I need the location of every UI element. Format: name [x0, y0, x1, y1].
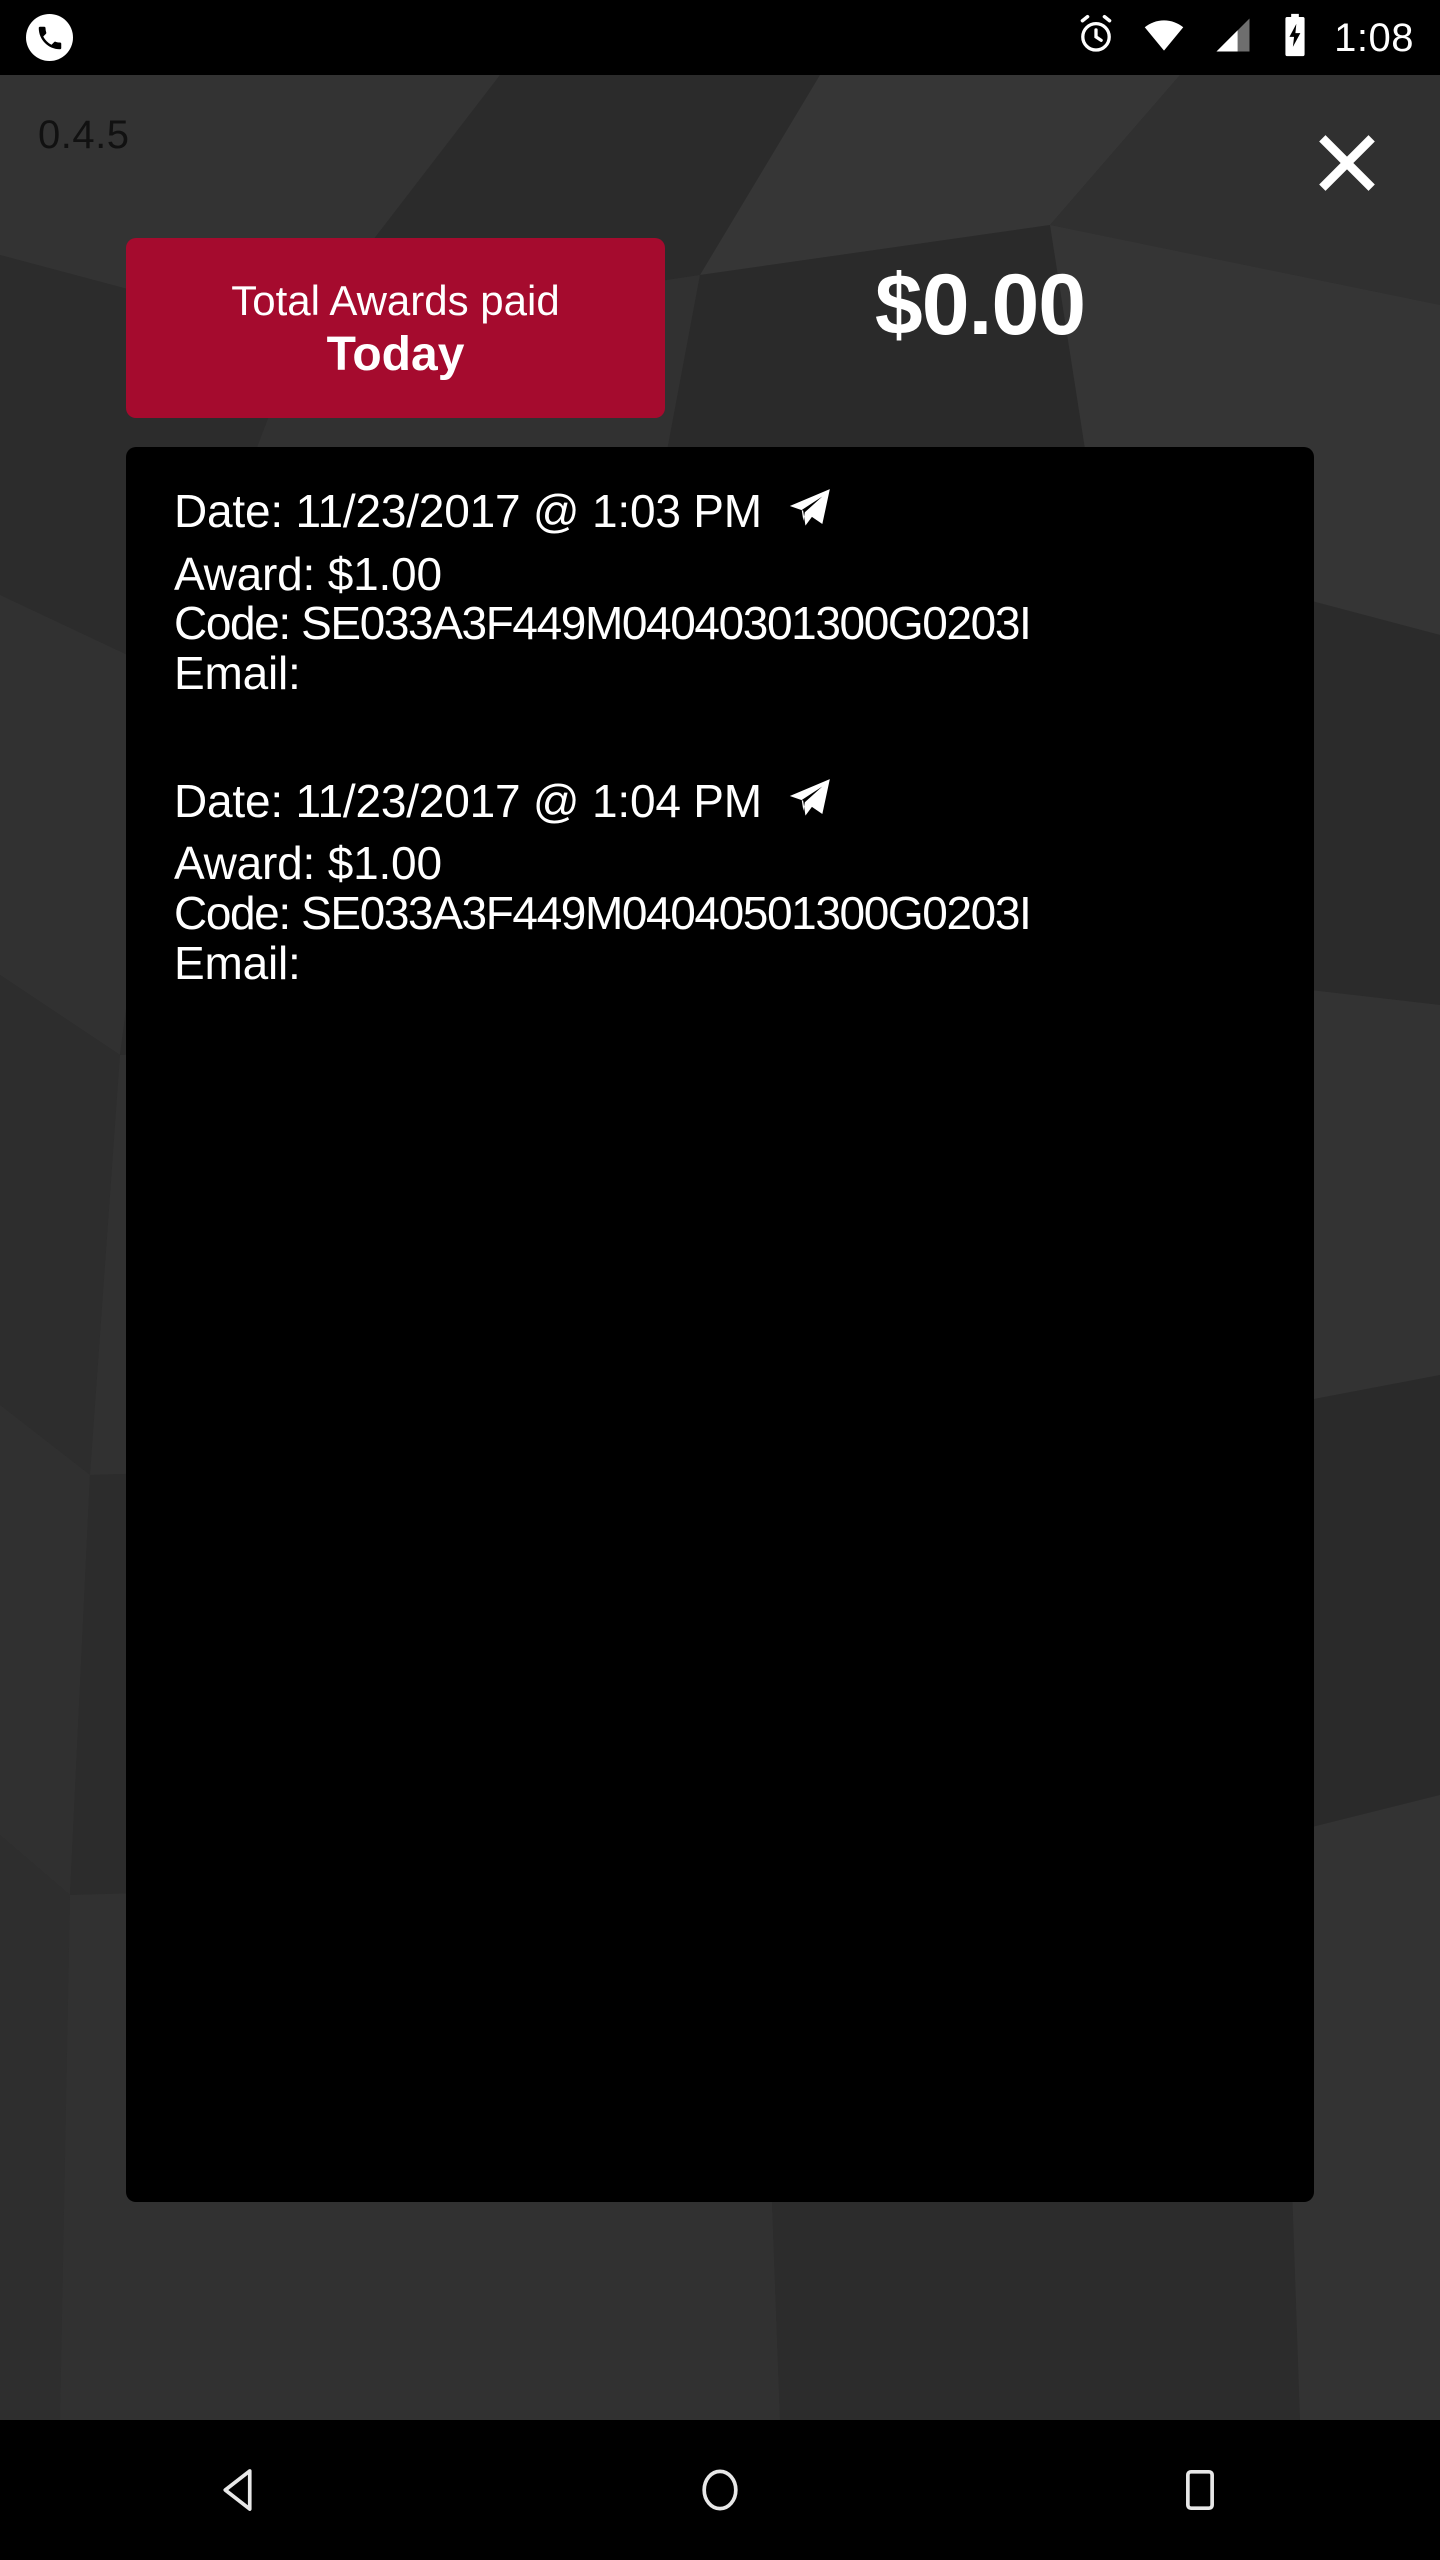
battery-charging-icon — [1278, 12, 1312, 63]
status-bar-clock: 1:08 — [1334, 15, 1414, 60]
alarm-clock-icon — [1074, 13, 1118, 62]
status-bar-left — [26, 14, 73, 61]
award-record-code: Code: SE033A3F449M04040301300G0203I — [174, 597, 1032, 650]
status-bar: 1:08 — [0, 0, 1440, 75]
recents-square-icon — [1186, 2469, 1214, 2511]
award-record-date: Date: 11/23/2017 @ 1:04 PM — [174, 774, 762, 827]
total-awards-label: Total Awards paid — [231, 277, 560, 325]
status-bar-right: 1:08 — [1074, 12, 1414, 63]
award-record-date: Date: 11/23/2017 @ 1:03 PM — [174, 485, 762, 537]
android-nav-bar — [0, 2420, 1440, 2560]
award-record-dateline: Date: 11/23/2017 @ 1:03 PM — [174, 485, 1266, 537]
award-record-email: Email: — [174, 936, 301, 989]
close-button[interactable] — [1292, 108, 1402, 218]
app-version-label: 0.4.5 — [38, 113, 130, 157]
nav-back-button[interactable] — [160, 2420, 320, 2560]
send-icon[interactable] — [784, 485, 834, 535]
total-awards-amount: $0.00 — [874, 257, 1086, 353]
cell-signal-icon — [1210, 13, 1256, 62]
summary-row: Total Awards paid Today $0.00 — [0, 238, 1440, 428]
total-awards-period: Today — [326, 327, 465, 381]
award-record: Date: 11/23/2017 @ 1:04 PM Award: $1.00 … — [174, 774, 1266, 989]
send-icon[interactable] — [784, 775, 834, 825]
home-circle-icon — [702, 2469, 738, 2511]
awards-list-card: Date: 11/23/2017 @ 1:03 PM Award: $1.00 … — [126, 447, 1314, 2202]
total-awards-banner[interactable]: Total Awards paid Today — [126, 238, 665, 418]
back-triangle-icon — [223, 2469, 252, 2511]
award-record-dateline: Date: 11/23/2017 @ 1:04 PM — [174, 774, 1266, 827]
nav-home-button[interactable] — [640, 2420, 800, 2560]
award-record-amount: Award: $1.00 — [174, 547, 442, 600]
award-record: Date: 11/23/2017 @ 1:03 PM Award: $1.00 … — [174, 485, 1266, 700]
award-record-email: Email: — [174, 647, 301, 700]
phone-call-icon — [26, 14, 73, 61]
award-record-amount: Award: $1.00 — [174, 837, 442, 890]
phone-screen: 1:08 0.4.5 Total Awards paid Today $0.00… — [0, 0, 1440, 2560]
wifi-icon — [1140, 13, 1188, 62]
nav-recents-button[interactable] — [1120, 2420, 1280, 2560]
close-icon — [1319, 135, 1375, 191]
award-record-code: Code: SE033A3F449M04040501300G0203I — [174, 887, 1032, 940]
